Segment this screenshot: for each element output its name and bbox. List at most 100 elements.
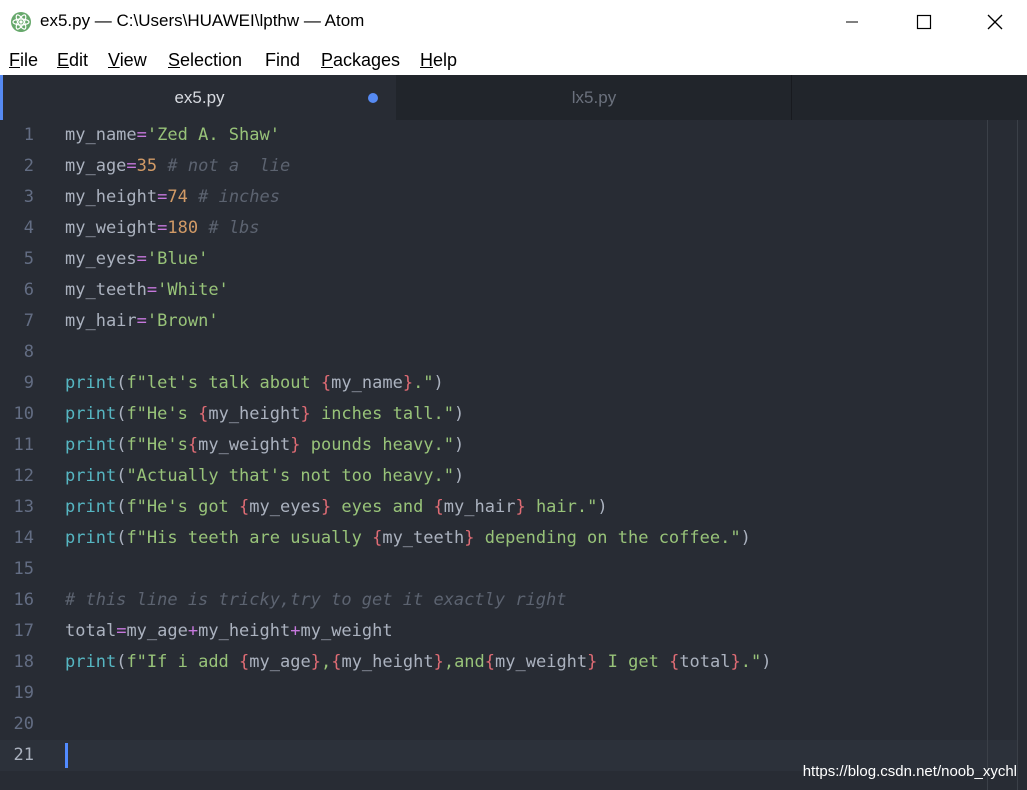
code-token: ." bbox=[413, 373, 434, 393]
line-number[interactable]: 15 bbox=[0, 554, 34, 585]
code-token: } bbox=[433, 652, 444, 672]
line-number[interactable]: 2 bbox=[0, 151, 34, 182]
line-number[interactable]: 8 bbox=[0, 337, 34, 368]
menu-selection[interactable]: Selection bbox=[168, 50, 242, 71]
menu-file[interactable]: File bbox=[9, 50, 38, 71]
menu-view[interactable]: View bbox=[108, 50, 147, 71]
line-number[interactable]: 20 bbox=[0, 709, 34, 740]
code-token: f"If i add bbox=[126, 652, 240, 672]
code-token: total bbox=[65, 621, 117, 641]
code-line[interactable]: 16 # this line is tricky,try to get it ex… bbox=[0, 585, 1017, 616]
code-token: } bbox=[464, 528, 475, 548]
code-token: print bbox=[65, 528, 117, 548]
line-number[interactable]: 12 bbox=[0, 461, 34, 492]
code-line[interactable]: 9 print(f"let's talk about {my_name}.") bbox=[0, 368, 1017, 399]
code-token: # inches bbox=[198, 187, 280, 207]
line-code: print(f"He's got {my_eyes} eyes and {my_… bbox=[65, 492, 608, 523]
maximize-icon bbox=[916, 14, 932, 30]
line-number[interactable]: 4 bbox=[0, 213, 34, 244]
code-token: my_hair bbox=[443, 497, 516, 517]
line-number[interactable]: 1 bbox=[0, 120, 34, 151]
code-line[interactable]: 14 print(f"His teeth are usually {my_teet… bbox=[0, 523, 1017, 554]
code-token: = bbox=[146, 280, 158, 300]
code-token: { bbox=[320, 373, 332, 393]
code-token: ( bbox=[116, 435, 127, 455]
code-line[interactable]: 7 my_hair='Brown' bbox=[0, 306, 1017, 337]
code-token: print bbox=[65, 404, 117, 424]
line-number[interactable]: 7 bbox=[0, 306, 34, 337]
code-token: ) bbox=[454, 435, 465, 455]
code-token: { bbox=[433, 497, 444, 517]
menu-help[interactable]: Help bbox=[420, 50, 457, 71]
code-token: } bbox=[320, 497, 332, 517]
tab-ex5-py[interactable]: ex5.py bbox=[0, 75, 396, 120]
line-number[interactable]: 16 bbox=[0, 585, 34, 616]
code-token: f"He's bbox=[126, 404, 199, 424]
code-line[interactable]: 3 my_height=74 # inches bbox=[0, 182, 1017, 213]
code-line[interactable]: 5 my_eyes='Blue' bbox=[0, 244, 1017, 275]
code-line[interactable]: 2 my_age=35 # not a lie bbox=[0, 151, 1017, 182]
code-token: { bbox=[239, 652, 250, 672]
line-number[interactable]: 19 bbox=[0, 678, 34, 709]
code-line[interactable]: 11 print(f"He's{my_weight} pounds heavy."… bbox=[0, 430, 1017, 461]
code-token: { bbox=[239, 497, 250, 517]
line-number[interactable]: 9 bbox=[0, 368, 34, 399]
line-number[interactable]: 13 bbox=[0, 492, 34, 523]
code-token: my_teeth bbox=[65, 280, 147, 300]
code-line[interactable]: 10 print(f"He's {my_height} inches tall."… bbox=[0, 399, 1017, 430]
code-line[interactable]: 19 bbox=[0, 678, 1017, 709]
code-token: { bbox=[331, 652, 342, 672]
code-line[interactable]: 20 bbox=[0, 709, 1017, 740]
code-token: print bbox=[65, 435, 117, 455]
code-token: my_weight bbox=[300, 621, 393, 641]
menu-packages[interactable]: Packages bbox=[321, 50, 400, 71]
code-line[interactable]: 18 print(f"If i add {my_age},{my_height},… bbox=[0, 647, 1017, 678]
code-token: } bbox=[730, 652, 741, 672]
code-token: = bbox=[157, 187, 168, 207]
tab-bar-empty-area[interactable] bbox=[793, 75, 1027, 120]
line-number[interactable]: 10 bbox=[0, 399, 34, 430]
code-token: { bbox=[198, 404, 209, 424]
menu-find[interactable]: Find bbox=[265, 50, 300, 71]
code-token: my_hair bbox=[65, 311, 137, 331]
code-line[interactable]: 12 print("Actually that's not too heavy."… bbox=[0, 461, 1017, 492]
code-token: 'Brown' bbox=[146, 311, 219, 331]
line-number[interactable]: 17 bbox=[0, 616, 34, 647]
code-token: ( bbox=[116, 404, 127, 424]
code-line[interactable]: 6 my_teeth='White' bbox=[0, 275, 1017, 306]
line-number[interactable]: 6 bbox=[0, 275, 34, 306]
code-token: print bbox=[65, 373, 117, 393]
close-button[interactable] bbox=[960, 0, 1027, 44]
line-code: my_hair='Brown' bbox=[65, 306, 219, 337]
code-token: ,and bbox=[443, 652, 485, 672]
code-line[interactable]: 17 total=my_age+my_height+my_weight bbox=[0, 616, 1017, 647]
code-editor[interactable]: 1 my_name='Zed A. Shaw' 2 my_age=35 # not a… bbox=[0, 120, 1027, 790]
close-icon bbox=[987, 14, 1003, 30]
modified-indicator-icon[interactable] bbox=[368, 93, 378, 103]
minimize-button[interactable] bbox=[817, 0, 887, 44]
code-token: total bbox=[679, 652, 731, 672]
line-number[interactable]: 14 bbox=[0, 523, 34, 554]
code-token: inches tall." bbox=[310, 404, 455, 424]
line-number[interactable]: 21 bbox=[0, 740, 34, 771]
code-line[interactable]: 4 my_weight=180 # lbs bbox=[0, 213, 1017, 244]
tab-lx5-py[interactable]: lx5.py bbox=[397, 75, 792, 120]
vertical-scrollbar[interactable] bbox=[1017, 120, 1027, 790]
tab-label: ex5.py bbox=[174, 87, 225, 107]
line-number[interactable]: 18 bbox=[0, 647, 34, 678]
line-number[interactable]: 3 bbox=[0, 182, 34, 213]
code-token: print bbox=[65, 652, 117, 672]
code-token: ) bbox=[454, 404, 465, 424]
menu-edit[interactable]: Edit bbox=[57, 50, 88, 71]
code-token: ( bbox=[116, 373, 127, 393]
code-line[interactable]: 15 bbox=[0, 554, 1017, 585]
line-number[interactable]: 11 bbox=[0, 430, 34, 461]
code-line[interactable]: 1 my_name='Zed A. Shaw' bbox=[0, 120, 1017, 151]
code-token: { bbox=[187, 435, 199, 455]
maximize-button[interactable] bbox=[889, 0, 959, 44]
code-line[interactable]: 8 bbox=[0, 337, 1017, 368]
code-line[interactable]: 13 print(f"He's got {my_eyes} eyes and {m… bbox=[0, 492, 1017, 523]
line-number[interactable]: 5 bbox=[0, 244, 34, 275]
code-token: } bbox=[300, 404, 311, 424]
